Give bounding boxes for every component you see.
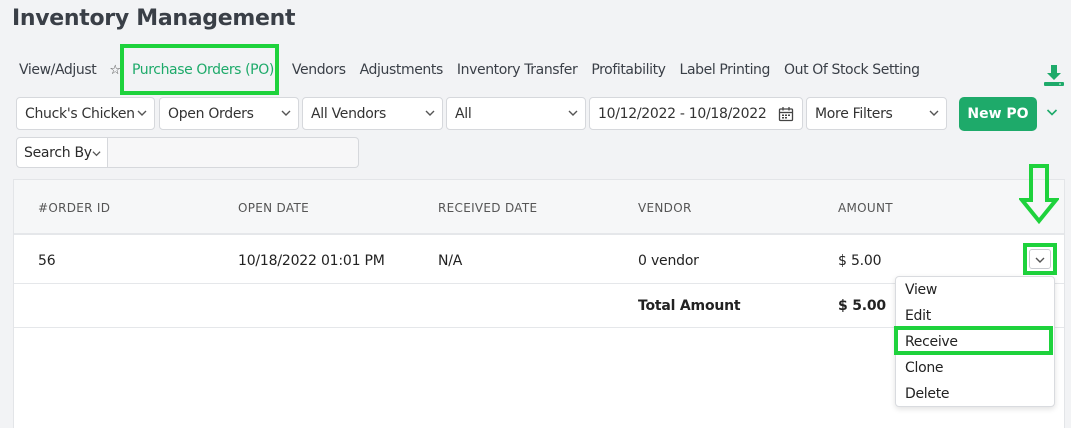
- menu-item-view[interactable]: View: [905, 282, 937, 298]
- row-actions-menu: View Edit Receive Clone Delete: [895, 276, 1055, 407]
- download-icon[interactable]: [1042, 63, 1066, 87]
- tab-inventory-transfer[interactable]: Inventory Transfer: [450, 62, 584, 78]
- search-by-select[interactable]: Search By: [16, 137, 108, 168]
- header-vendor: VENDOR: [638, 201, 692, 215]
- cell-vendor: 0 vendor: [638, 253, 699, 269]
- tab-profitability[interactable]: Profitability: [584, 62, 672, 78]
- chevron-down-icon: [568, 110, 578, 116]
- cell-received-date: N/A: [438, 253, 463, 269]
- cell-order-id: 56: [38, 253, 56, 269]
- search-by-label: Search By: [24, 144, 92, 161]
- type-select[interactable]: All: [446, 97, 586, 130]
- new-po-button[interactable]: New PO: [959, 97, 1037, 131]
- status-select-value: Open Orders: [168, 105, 254, 122]
- cell-open-date: 10/18/2022 01:01 PM: [238, 253, 385, 269]
- table-header: #ORDER ID OPEN DATE RECEIVED DATE VENDOR…: [14, 180, 1064, 235]
- date-range-value: 10/12/2022 - 10/18/2022: [598, 105, 767, 122]
- vendor-select-value: All Vendors: [311, 105, 386, 122]
- cell-amount: $ 5.00: [838, 253, 882, 269]
- chevron-down-icon: [92, 151, 101, 157]
- total-value: $ 5.00: [838, 298, 886, 314]
- menu-item-clone[interactable]: Clone: [905, 360, 944, 376]
- more-filters-select[interactable]: More Filters: [806, 97, 947, 130]
- menu-item-receive[interactable]: Receive: [905, 334, 958, 350]
- tab-purchase-orders[interactable]: Purchase Orders (PO): [125, 62, 281, 78]
- more-filters-value: More Filters: [815, 105, 893, 122]
- search-input[interactable]: [108, 137, 359, 168]
- vendor-select[interactable]: All Vendors: [302, 97, 443, 130]
- tab-out-of-stock-setting[interactable]: Out Of Stock Setting: [777, 62, 927, 78]
- menu-item-edit[interactable]: Edit: [905, 308, 931, 324]
- header-order-id: #ORDER ID: [38, 201, 111, 215]
- tab-label-printing[interactable]: Label Printing: [673, 62, 777, 78]
- chevron-down-icon: [281, 110, 291, 116]
- row-actions-toggle[interactable]: [1029, 249, 1051, 269]
- type-select-value: All: [455, 105, 472, 122]
- chevron-down-icon: [137, 110, 147, 116]
- header-amount: AMOUNT: [838, 201, 893, 215]
- chevron-down-icon: [929, 110, 939, 116]
- tab-bar: View/Adjust ☆ Purchase Orders (PO) Vendo…: [12, 58, 927, 82]
- chevron-down-icon: [425, 110, 435, 116]
- calendar-icon[interactable]: [778, 106, 794, 122]
- status-select[interactable]: Open Orders: [159, 97, 299, 130]
- tab-view-adjust[interactable]: View/Adjust: [12, 62, 103, 78]
- store-select[interactable]: Chuck's Chicken: [16, 97, 155, 130]
- app-root: Inventory Management View/Adjust ☆ Purch…: [0, 0, 1071, 428]
- header-open-date: OPEN DATE: [238, 201, 309, 215]
- tab-vendors[interactable]: Vendors: [285, 62, 353, 78]
- store-select-value: Chuck's Chicken: [25, 105, 135, 122]
- date-range-field[interactable]: 10/12/2022 - 10/18/2022: [589, 97, 803, 130]
- header-received-date: RECEIVED DATE: [438, 201, 538, 215]
- arrow-down-icon: [1019, 164, 1059, 225]
- chevron-down-icon: [1035, 257, 1045, 263]
- tab-adjustments[interactable]: Adjustments: [353, 62, 450, 78]
- menu-item-delete[interactable]: Delete: [905, 386, 950, 402]
- total-label: Total Amount: [638, 298, 741, 314]
- page-title: Inventory Management: [12, 6, 296, 31]
- star-icon[interactable]: ☆: [109, 63, 121, 78]
- chevron-down-icon[interactable]: [1046, 106, 1058, 118]
